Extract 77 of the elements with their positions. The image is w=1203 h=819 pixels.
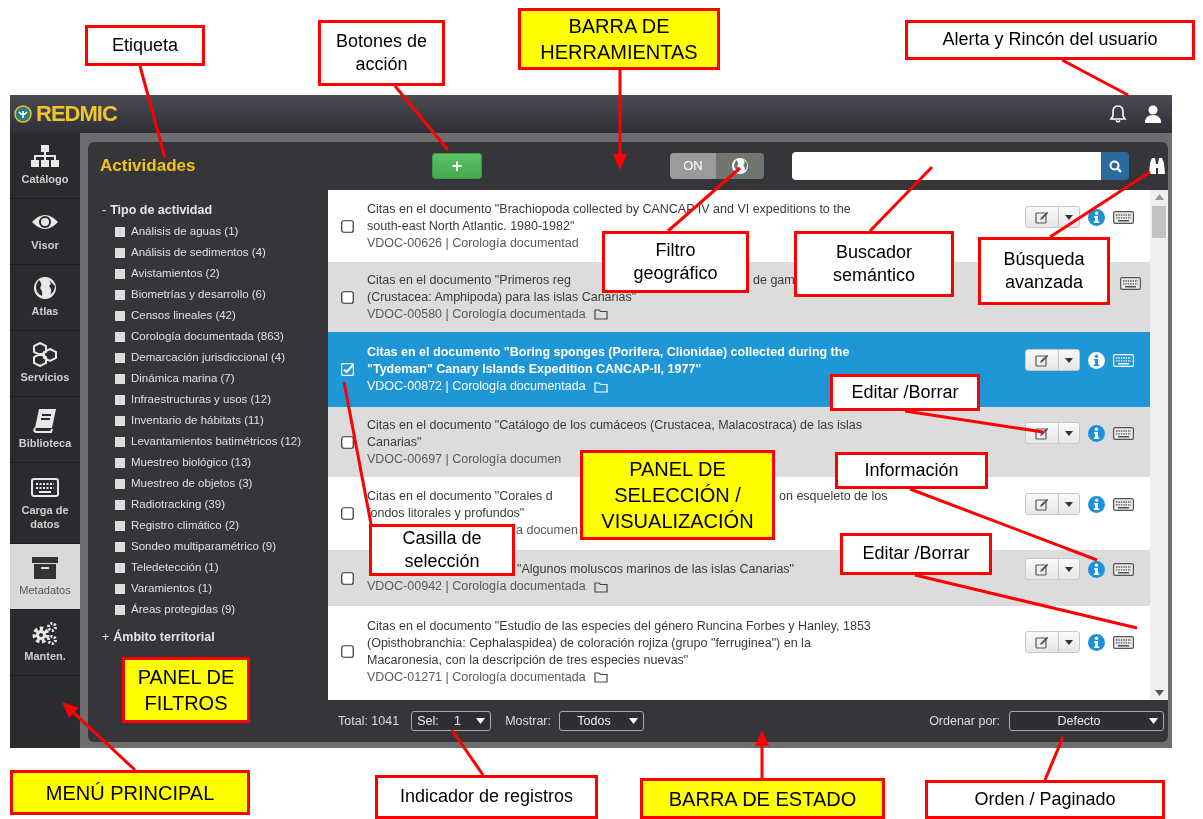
filter-option-label: Censos lineales (42) bbox=[131, 307, 236, 323]
callout-label: Alerta y Rincón del usuario bbox=[905, 20, 1195, 60]
callout-label: Etiqueta bbox=[85, 25, 205, 66]
filter-option-label: Análisis de sedimentos (4) bbox=[131, 244, 266, 260]
record-title-line: Citas en el documento "Catálogo de los cumáceos (Crustacea, Malacostraca) de las islas bbox=[367, 417, 862, 432]
record-meta: VDOC-00872 | Corología documentada bbox=[367, 378, 586, 395]
nav-item[interactable]: Metadatos bbox=[10, 544, 80, 610]
filter-option-label: Infraestructuras y usos (12) bbox=[131, 391, 271, 407]
filter-group-title: Ámbito territorial bbox=[113, 628, 215, 647]
callout-label: Botones de acción bbox=[318, 20, 445, 86]
callout-label: BARRA DE HERRAMIENTAS bbox=[518, 8, 720, 70]
record-title-line: Citas en el documento "Primeros reg bbox=[367, 271, 571, 289]
record-title-line: Canarias" bbox=[367, 434, 422, 449]
callout-label: Casilla de selección bbox=[369, 524, 515, 576]
record-title-line: Citas en el documento "Corales d bbox=[367, 488, 553, 505]
filter-option-label: Biometrías y desarrollo (6) bbox=[131, 286, 266, 302]
expander-toggle[interactable]: - bbox=[102, 201, 107, 220]
record-title-line: de gam bbox=[753, 271, 795, 289]
record-meta: VDOC-00626 | Corología documentad bbox=[367, 234, 579, 252]
selection-dropdown[interactable]: Sel: 1 bbox=[411, 711, 492, 731]
filter-option-label: Corología documentada (863) bbox=[131, 328, 284, 344]
callout-label: Información bbox=[835, 452, 988, 489]
filter-option-label: Teledetección (1) bbox=[131, 559, 219, 575]
filter-option-label: Análisis de aguas (1) bbox=[131, 223, 239, 239]
callout-label: MENÚ PRINCIPAL bbox=[10, 770, 250, 815]
panel-title: Actividades bbox=[99, 155, 197, 178]
nav-label: Servicios bbox=[20, 371, 70, 385]
record-meta: a documen bbox=[516, 522, 578, 539]
show-dropdown[interactable]: Todos bbox=[559, 711, 644, 731]
nav-label: Manten. bbox=[24, 650, 66, 664]
sort-label: Ordenar por: bbox=[929, 712, 1000, 730]
callout-label: Editar /Borrar bbox=[830, 374, 980, 411]
callout-label: PANEL DE FILTROS bbox=[122, 657, 250, 723]
record-title-line: (Opisthobranchia: Cephalaspidea) de coloración rojiza (grupo "ferruginea") en la bbox=[367, 635, 811, 650]
filter-option-label: Demarcación jurisdiccional (4) bbox=[131, 349, 286, 365]
filter-option-label: Inventario de hábitats (11) bbox=[131, 412, 264, 428]
nav-label: Carga de datos bbox=[20, 503, 70, 532]
callout-label: Filtro geográfico bbox=[602, 231, 749, 293]
record-title-line: Citas en el documento "Estudio de las especies del género Runcina Forbes y Hanley, 1853 bbox=[367, 618, 871, 633]
filter-option-label: Levantamientos batimétricos (12) bbox=[131, 433, 302, 449]
filter-option-label: Muestreo biológico (13) bbox=[131, 454, 252, 470]
record-meta: VDOC-00580 | Corología documentada bbox=[367, 305, 586, 323]
filter-option-label: Varamientos (1) bbox=[131, 580, 212, 596]
nav-label: Metadatos bbox=[19, 584, 71, 598]
callout-label: BARRA DE ESTADO bbox=[640, 778, 885, 819]
filter-option-label: Registro climático (2) bbox=[131, 517, 239, 533]
record-title-line: "Algunos moluscos marinos de las islas Canarias" bbox=[517, 562, 795, 576]
record-meta: VDOC-00942 | Corología documentada bbox=[367, 578, 586, 595]
filter-option-label: Sondeo multiparamétrico (9) bbox=[131, 538, 277, 554]
filter-option-label: Muestreo de objetos (3) bbox=[131, 475, 253, 491]
nav-label: Atlas bbox=[31, 305, 59, 319]
expander-toggle[interactable]: + bbox=[102, 628, 110, 647]
record-title-line: Macaronesia, con la descripción de tres especies nuevas" bbox=[367, 652, 689, 667]
filter-option-label: Radiotracking (39) bbox=[131, 496, 225, 512]
show-label: Mostrar: bbox=[505, 712, 551, 730]
nav-label: Catálogo bbox=[21, 173, 69, 187]
callout-label: Búsqueda avanzada bbox=[978, 237, 1110, 305]
filter-option-label: Áreas protegidas (9) bbox=[131, 601, 236, 617]
sort-dropdown[interactable]: Defecto bbox=[1009, 711, 1164, 731]
nav-label: Biblioteca bbox=[18, 437, 72, 451]
callout-label: PANEL DE SELECCIÓN / VISUALIZACIÓN bbox=[580, 450, 775, 540]
record-title-line: Citas en el documento "Boring sponges (Porifera, Clionidae) collected during the bbox=[367, 345, 850, 359]
filter-option-label: Avistamientos (2) bbox=[131, 265, 220, 281]
record-title-line: south-east North Atlantic. 1980-1982" bbox=[367, 218, 575, 233]
callout-label: Editar /Borrar bbox=[840, 533, 992, 575]
filter-group-title: Tipo de actividad bbox=[110, 202, 213, 220]
callout-label: Buscador semántico bbox=[794, 231, 954, 297]
record-title-line: "Tydeman" Canary Islands Expedition CANCAP-II, 1977" bbox=[367, 362, 702, 376]
nav-label: Visor bbox=[31, 239, 59, 253]
total-count: Total: 1041 bbox=[338, 712, 400, 730]
record-meta: VDOC-00697 | Corología documen bbox=[367, 450, 562, 468]
app-logo[interactable]: REDMIC bbox=[36, 103, 117, 125]
record-title-line: on esqueleto de los bbox=[779, 488, 888, 505]
callout-label: Orden / Paginado bbox=[925, 780, 1165, 819]
callout-label: Indicador de registros bbox=[375, 775, 598, 819]
filter-option-label: Dinámica marina (7) bbox=[131, 370, 235, 386]
record-meta: VDOC-01271 | Corología documentada bbox=[367, 668, 586, 686]
